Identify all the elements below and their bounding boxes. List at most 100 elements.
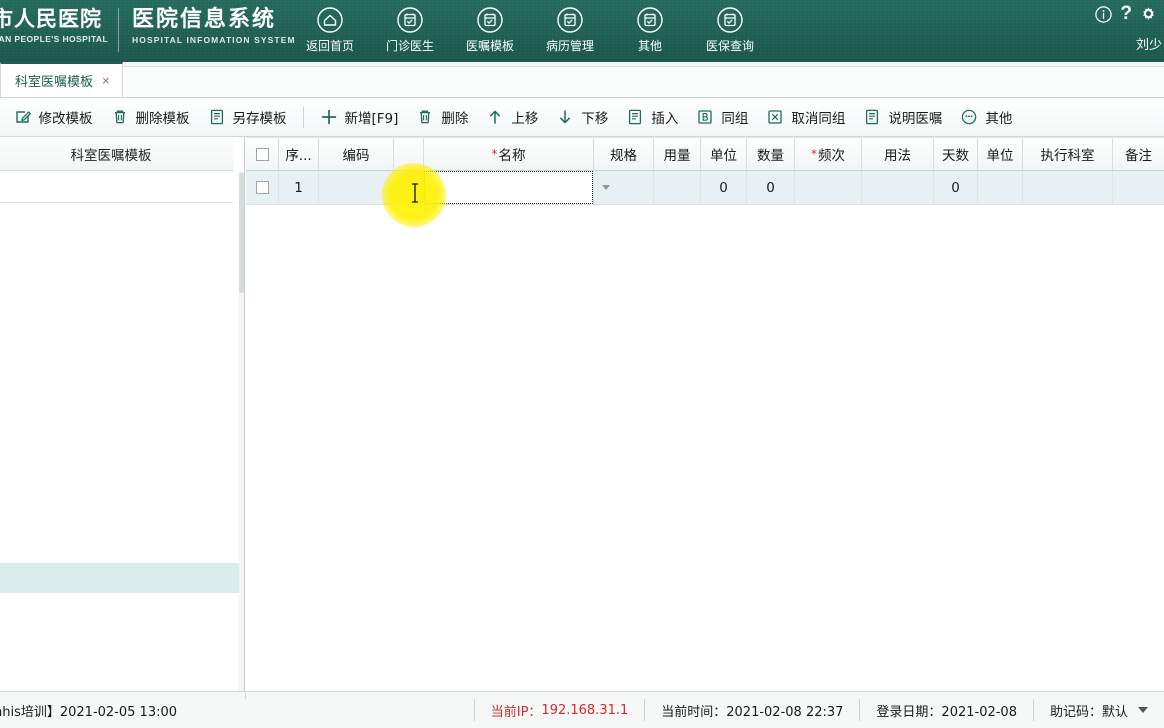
list-item[interactable]: 嗽 (0, 323, 244, 353)
toolbar-label: 说明医嘱 (888, 111, 943, 127)
toolbar-label: 删除模板 (135, 111, 190, 127)
grid-header-blank[interactable] (394, 138, 424, 170)
document-icon (626, 108, 644, 126)
nav-item-other[interactable]: 其他 (610, 2, 690, 60)
toolbar-label: 同组 (721, 111, 749, 127)
list-item[interactable]: 吸道感染 (0, 383, 244, 413)
nav-label: 病历管理 (545, 39, 594, 53)
cell-seq[interactable]: 1 (279, 171, 319, 204)
list-item[interactable]: 咽炎 (0, 443, 244, 473)
arrow-down-icon (556, 108, 574, 126)
list-item[interactable]: 诊检查 (0, 533, 244, 563)
column-label: 单位 (710, 148, 737, 164)
name-input[interactable] (425, 172, 602, 203)
cell-usage[interactable] (862, 171, 934, 204)
column-label: 编码 (342, 148, 370, 164)
list-item[interactable]: 散性皮疹 (0, 473, 244, 503)
grid-header-name[interactable]: * 名称 (424, 138, 594, 170)
nav-label: 门诊医生 (385, 39, 434, 53)
nav-item-insurance-query[interactable]: 医保查询 (690, 2, 770, 60)
clipboard-icon (715, 5, 745, 35)
cell-frequency[interactable] (795, 171, 862, 204)
grid-header-code[interactable]: 编码 (319, 138, 394, 170)
list-item[interactable]: 统测试 (0, 293, 244, 323)
toolbar-button-move-down[interactable]: 下移 (547, 101, 617, 133)
cell-exec-dept[interactable] (1023, 171, 1113, 204)
cell-spec[interactable] (594, 171, 654, 204)
grid-header-dose[interactable]: 用量 (654, 138, 701, 170)
logo-divider (118, 8, 119, 52)
grid-header-exec-dept[interactable]: 执行科室 (1023, 138, 1113, 170)
cell-value: 0 (719, 179, 728, 196)
grid-header-spec[interactable]: 规格 (594, 138, 654, 170)
hospital-logo: 市人民医院 HAN PEOPLE'S HOSPITAL (0, 6, 110, 52)
column-label: 频次 (818, 148, 845, 164)
cell-dose[interactable] (654, 171, 701, 204)
grid-header-seq[interactable]: 序... (279, 138, 319, 170)
grid-header-remark[interactable]: 备注 (1113, 138, 1164, 170)
toolbar-button-add[interactable]: 新增[F9] (311, 101, 408, 133)
toolbar-button-modify-template[interactable]: 修改模板 (5, 101, 102, 133)
nav-item-outpatient-doctor[interactable]: 门诊医生 (370, 2, 450, 60)
header-tools: ? (1094, 4, 1158, 24)
cell-code[interactable] (319, 171, 394, 204)
chevron-down-icon[interactable] (1138, 707, 1148, 713)
cell-remark[interactable] (1113, 171, 1164, 204)
list-item[interactable]: 吸道感染 (0, 263, 244, 293)
list-item[interactable]: 嗽 (0, 413, 244, 443)
cell-dose-unit[interactable]: 0 (701, 171, 747, 204)
toolbar-label: 下移 (581, 111, 609, 127)
tab-dept-order-template[interactable]: 科室医嘱模板 × (0, 62, 123, 97)
select-all-checkbox[interactable] (255, 147, 269, 161)
toolbar-button-other[interactable]: 其他 (951, 101, 1021, 133)
nav-item-order-template[interactable]: 医嘱模板 (450, 2, 530, 60)
gear-icon[interactable] (1139, 5, 1158, 24)
list-item[interactable]: 干 (0, 233, 244, 263)
grid-header-days[interactable]: 天数 (934, 138, 978, 170)
list-item[interactable]: 咽炎 (0, 203, 244, 233)
toolbar-button-explain-order[interactable]: 说明医嘱 (854, 101, 951, 133)
toolbar-button-ungroup[interactable]: 取消同组 (757, 101, 854, 133)
toolbar-label: 新增[F9] (344, 111, 399, 127)
grid-header-days-unit[interactable]: 单位 (978, 138, 1023, 170)
row-checkbox[interactable] (255, 181, 269, 194)
main-body: 科室医嘱模板 咽炎 干 吸道感染 统测试 嗽 ms 吸道感染 嗽 咽炎 散性皮疹… (0, 137, 1164, 691)
cell-quantity[interactable]: 0 (747, 171, 795, 204)
grid-header-frequency[interactable]: * 频次 (795, 138, 862, 170)
toolbar-button-move-up[interactable]: 上移 (477, 101, 547, 133)
toolbar-label: 插入 (651, 111, 679, 127)
cell-days[interactable]: 0 (934, 171, 978, 204)
list-item[interactable]: 炎 (0, 503, 244, 533)
cell-name[interactable] (424, 171, 610, 204)
name-editor[interactable] (424, 171, 610, 204)
info-icon[interactable] (1094, 5, 1113, 24)
arrow-up-icon (486, 108, 504, 126)
sidebar-filter-row[interactable] (0, 171, 233, 203)
cell-days-unit[interactable] (978, 171, 1023, 204)
list-item[interactable]: ms (0, 353, 244, 383)
close-icon[interactable]: × (102, 73, 110, 88)
nav-item-medical-record[interactable]: 病历管理 (530, 2, 610, 60)
toolbar-button-group[interactable]: 同组 (687, 101, 757, 133)
nav-item-home[interactable]: 返回首页 (290, 2, 370, 60)
table-row[interactable]: 1 0 0 0 (246, 171, 1164, 205)
grid-header-select-all[interactable] (246, 138, 279, 170)
column-label: 序... (285, 148, 312, 164)
grid-header-quantity[interactable]: 数量 (747, 138, 795, 170)
list-item-selected[interactable]: 血压 (0, 563, 244, 593)
toolbar-button-insert[interactable]: 插入 (617, 101, 687, 133)
toolbar-divider (302, 106, 304, 128)
home-icon (315, 5, 345, 35)
toolbar-button-delete[interactable]: 删除 (407, 101, 477, 133)
cell-blank[interactable] (394, 171, 424, 204)
status-mnemonic[interactable]: 助记码：默认 (1034, 697, 1164, 723)
row-select-cell[interactable] (246, 171, 279, 204)
toolbar-button-save-as-template[interactable]: 另存模板 (199, 101, 296, 133)
sidebar-scrollbar-thumb[interactable] (239, 173, 244, 293)
nav-label: 医嘱模板 (465, 39, 514, 53)
toolbar-button-delete-template[interactable]: 删除模板 (102, 101, 199, 133)
grid-header-usage[interactable]: 用法 (862, 138, 934, 170)
grid-header-dose-unit[interactable]: 单位 (701, 138, 747, 170)
toolbar-label: 取消同组 (791, 111, 846, 127)
help-icon[interactable]: ? (1120, 4, 1132, 24)
